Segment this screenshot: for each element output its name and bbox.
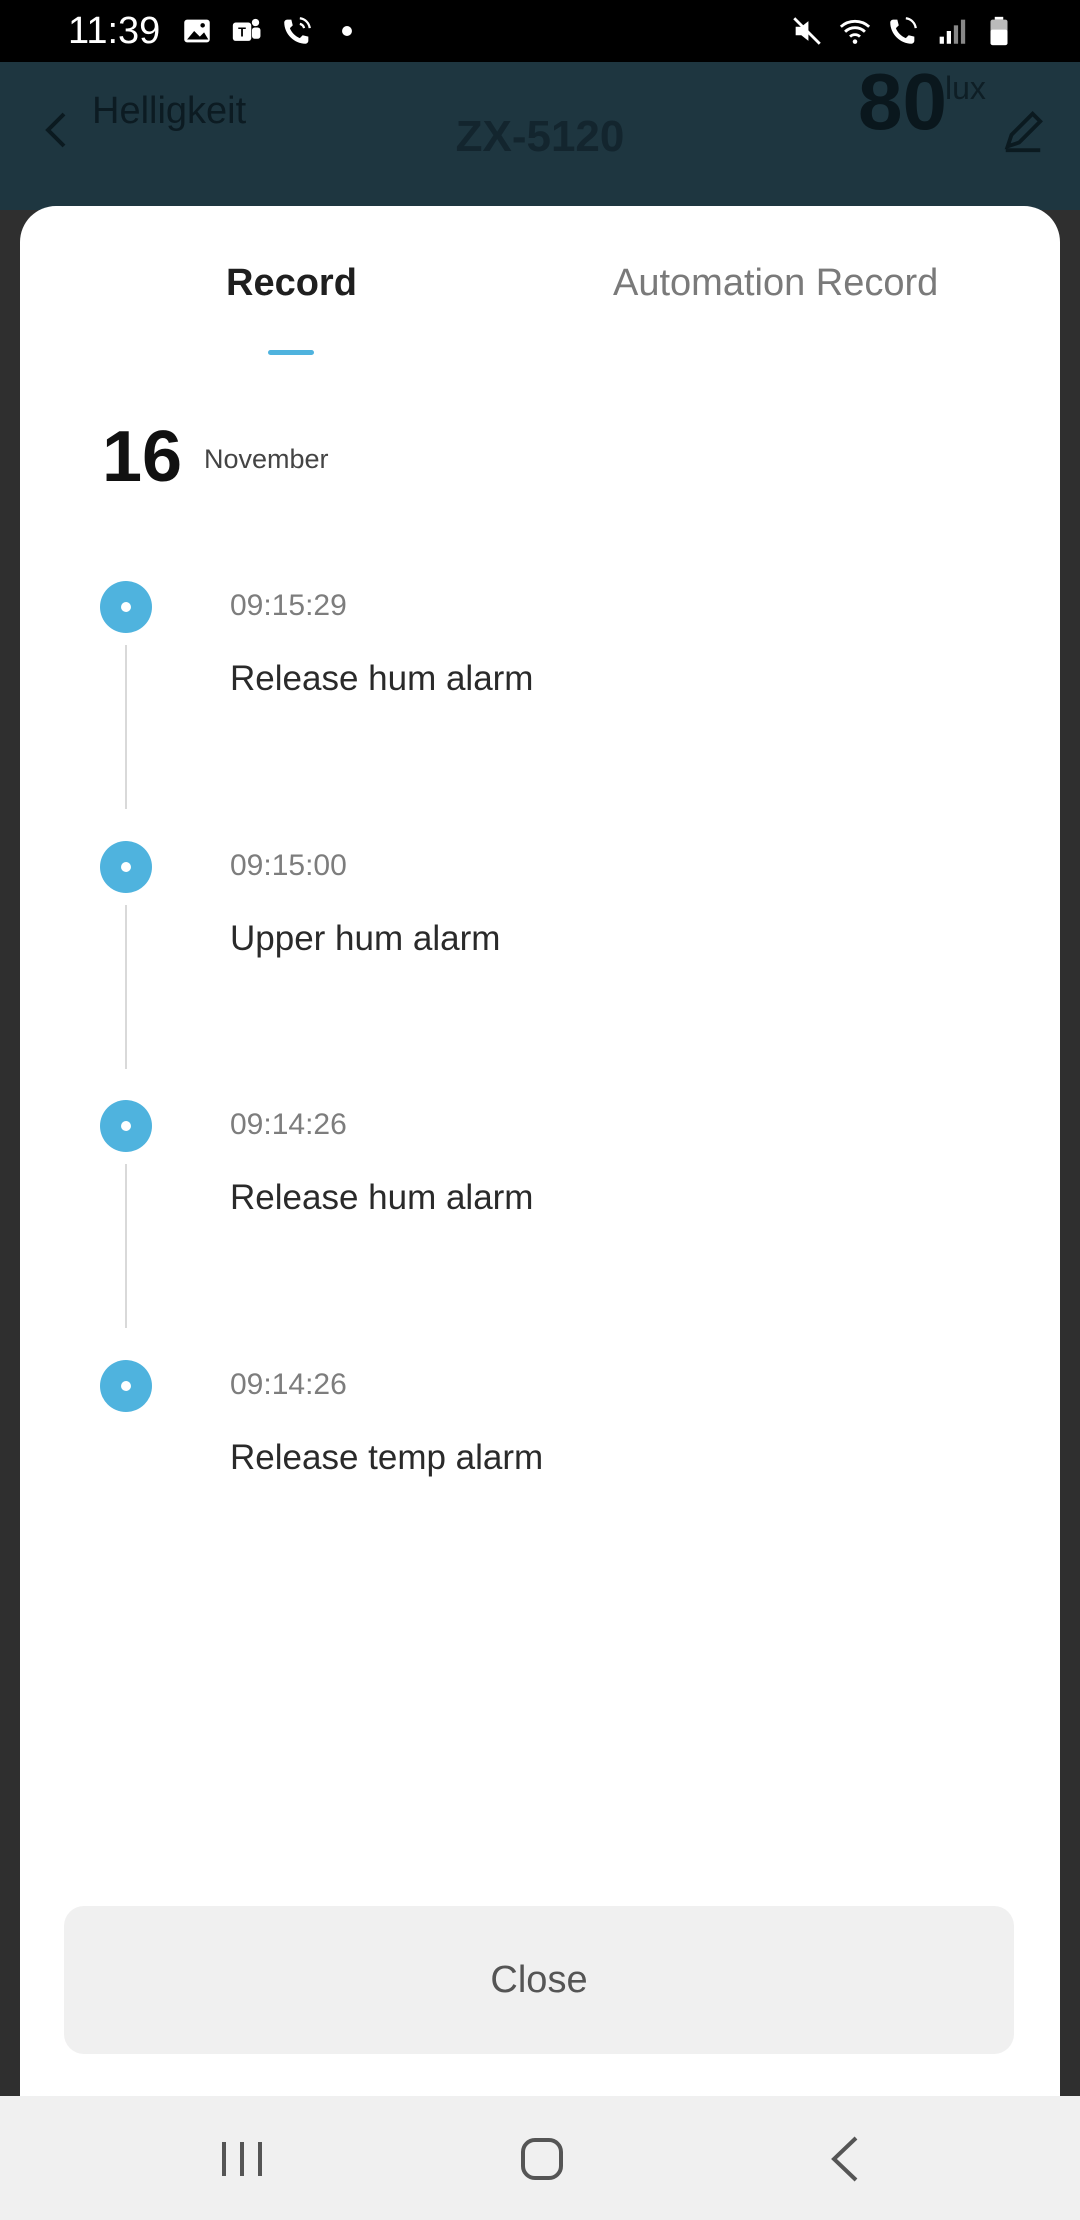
- timeline-dot-icon: [100, 1100, 152, 1152]
- record-item: 09:14:26 Release temp alarm: [20, 1360, 1060, 1620]
- date-day: 16: [102, 417, 183, 497]
- dot-icon: [342, 26, 352, 36]
- wifi-icon: [839, 19, 871, 44]
- status-bar: 11:39 T: [0, 0, 1080, 62]
- timeline-dot-icon: [100, 841, 152, 893]
- record-text: Upper hum alarm: [230, 919, 501, 958]
- recent-apps-icon[interactable]: [212, 2132, 272, 2186]
- record-text: Release hum alarm: [230, 1178, 534, 1217]
- record-text: Release hum alarm: [230, 659, 534, 698]
- record-time: 09:15:00: [230, 849, 347, 882]
- svg-text:T: T: [238, 25, 246, 40]
- active-tab-indicator: [268, 350, 314, 355]
- timeline-connector: [125, 1164, 127, 1328]
- record-time: 09:15:29: [230, 589, 347, 622]
- battery-icon: [990, 16, 1008, 46]
- record-text: Release temp alarm: [230, 1438, 544, 1477]
- wifi-call-icon: [890, 17, 917, 44]
- back-icon[interactable]: [816, 2132, 876, 2186]
- wifi-call-icon: [284, 17, 311, 44]
- teams-icon: T: [232, 18, 261, 41]
- record-time: 09:14:26: [230, 1368, 347, 1401]
- close-button[interactable]: Close: [64, 1906, 1014, 2054]
- gallery-icon: [184, 19, 210, 43]
- status-right-icons: [790, 14, 1016, 48]
- date-month: November: [204, 444, 329, 474]
- timeline-dot-icon: [100, 581, 152, 633]
- background-unit: lux: [945, 70, 986, 106]
- edit-icon: [1004, 111, 1043, 153]
- navigation-bar: [0, 2096, 1080, 2220]
- record-time: 09:14:26: [230, 1108, 347, 1141]
- signal-icon: [939, 19, 966, 44]
- home-icon[interactable]: [512, 2132, 572, 2186]
- background-app-header: Helligkeit ZX-5120 80 lux: [0, 57, 1080, 210]
- record-item: 09:15:29 Release hum alarm: [20, 581, 1060, 841]
- timeline-dot-icon: [100, 1360, 152, 1412]
- record-item: 09:14:26 Release hum alarm: [20, 1100, 1060, 1360]
- mute-icon: [793, 17, 821, 45]
- tab-record[interactable]: Record: [226, 262, 357, 305]
- record-sheet: Record Automation Record 16 November 09:…: [20, 206, 1060, 2096]
- status-time: 11:39: [68, 10, 161, 52]
- status-left-icons: T: [180, 14, 364, 48]
- timeline-connector: [125, 645, 127, 809]
- record-item: 09:15:00 Upper hum alarm: [20, 841, 1060, 1101]
- timeline-connector: [125, 905, 127, 1069]
- tab-automation-record[interactable]: Automation Record: [613, 262, 938, 305]
- background-value: 80: [858, 57, 947, 146]
